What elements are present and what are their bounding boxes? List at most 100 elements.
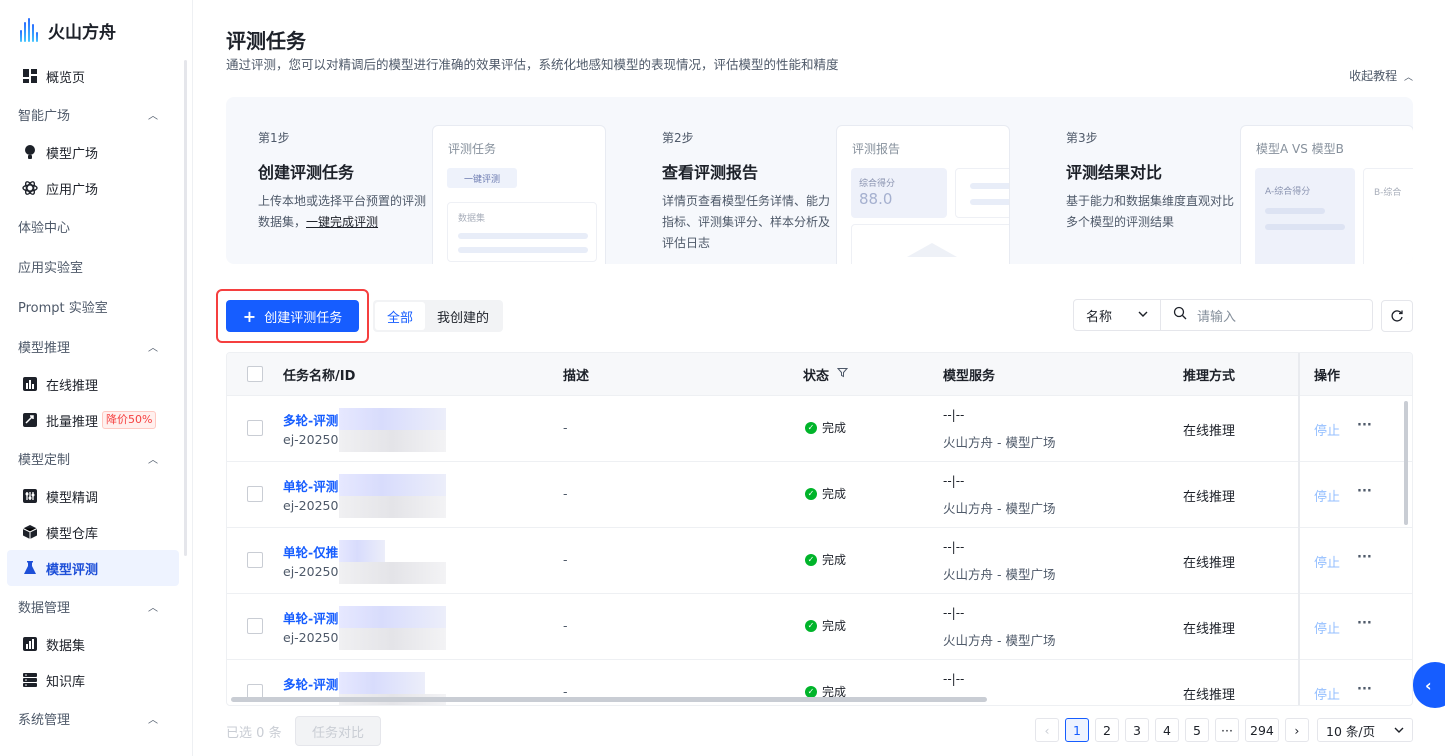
sidebar-item-label: 知识库 (46, 674, 86, 690)
model-service-link[interactable]: --|-- (943, 672, 964, 686)
sidebar-item-batch-inference[interactable]: 批量推理 降价50% (0, 402, 186, 438)
sidebar-group-experience[interactable]: 体验中心 (0, 206, 186, 246)
card-score-value: 88.0 (859, 190, 893, 208)
filter-icon[interactable] (836, 367, 849, 382)
step-number: 第1步 (258, 131, 290, 145)
sidebar-group-app-lab[interactable]: 应用实验室 (0, 246, 186, 286)
sidebar-item-label: 模型仓库 (46, 526, 99, 542)
model-service-source: 火山方舟 - 模型广场 (943, 435, 1056, 450)
more-actions-icon[interactable]: ··· (1357, 616, 1372, 631)
filter-field-select[interactable]: 名称 (1074, 300, 1161, 330)
task-name-link[interactable]: 多轮-评测 (283, 410, 338, 429)
more-actions-icon[interactable]: ··· (1357, 484, 1372, 499)
more-actions-icon[interactable]: ··· (1357, 418, 1372, 433)
sidebar-group-inference[interactable]: 模型推理 ︿ (0, 326, 186, 366)
guide-step-1: 第1步 创建评测任务 上传本地或选择平台预置的评测数据集，一键完成评测 评测任务… (258, 97, 628, 264)
model-service-source: 火山方舟 - 模型广场 (943, 567, 1056, 582)
model-service-source: 火山方舟 - 模型广场 (943, 501, 1056, 516)
step-title: 查看评测报告 (662, 163, 759, 182)
redacted-name-mask (339, 672, 425, 694)
page-size-select[interactable]: 10 条/页 (1317, 718, 1413, 742)
table-vertical-scrollbar[interactable] (1404, 401, 1408, 525)
page-button[interactable]: 2 (1095, 718, 1119, 742)
sidebar-group-label: 应用实验室 (18, 260, 84, 276)
create-eval-task-button[interactable]: + 创建评测任务 (226, 300, 359, 332)
search-input[interactable]: 请输入 (1161, 300, 1372, 330)
card-bar (458, 247, 588, 253)
card-title: 评测任务 (448, 142, 497, 156)
sidebar-group-label: Prompt 实验室 (18, 300, 108, 316)
model-service-link[interactable]: --|-- (943, 408, 964, 422)
sidebar-group-data[interactable]: 数据管理 ︿ (0, 586, 186, 626)
model-service-link[interactable]: --|-- (943, 540, 964, 554)
table-row[interactable]: 单轮-评测 ej-202505 - ✓ 完成 --|-- 火山方舟 - 模型广场 在线推理 停止… (227, 461, 1412, 527)
page-button[interactable]: 294 (1245, 718, 1279, 742)
stop-button[interactable]: 停止 (1314, 552, 1340, 571)
prev-page-button[interactable]: ‹ (1035, 718, 1059, 742)
row-checkbox[interactable] (247, 486, 263, 502)
page-button[interactable]: 1 (1065, 718, 1089, 742)
brand-name: 火山方舟 (48, 22, 116, 43)
more-actions-icon[interactable]: ··· (1357, 682, 1372, 697)
sidebar-item-knowledge-base[interactable]: 知识库 (0, 662, 186, 698)
sidebar-item-app-plaza[interactable]: 应用广场 (0, 170, 186, 206)
sidebar-group-customization[interactable]: 模型定制 ︿ (0, 438, 186, 478)
sidebar-group-plaza[interactable]: 智能广场 ︿ (0, 94, 186, 134)
refresh-button[interactable] (1381, 300, 1413, 332)
pagination: ‹ 1 2 3 4 5 ··· 294 › (1035, 718, 1309, 742)
collapse-tutorial-label: 收起教程 (1349, 69, 1398, 83)
column-header-actions: 操作 (1314, 368, 1341, 384)
row-checkbox[interactable] (247, 420, 263, 436)
sidebar-group-system[interactable]: 系统管理 ︿ (0, 698, 186, 738)
page-ellipsis-button[interactable]: ··· (1215, 718, 1239, 742)
page-button[interactable]: 5 (1185, 718, 1209, 742)
table-row[interactable]: 单轮-评测 ej-202505 - ✓ 完成 --|-- 火山方舟 - 模型广场 在线推理 停止… (227, 593, 1412, 659)
task-name-link[interactable]: 多轮-评测 (283, 674, 338, 693)
selected-count: 已选 0 条 (226, 722, 282, 741)
tab-mine[interactable]: 我创建的 (425, 302, 501, 330)
inference-mode: 在线推理 (1183, 688, 1236, 703)
sidebar-item-model-plaza[interactable]: 模型广场 (0, 134, 186, 170)
page-button[interactable]: 4 (1155, 718, 1179, 742)
column-header-service: 模型服务 (943, 368, 996, 384)
sidebar-item-label: 批量推理 (46, 414, 99, 430)
tab-all[interactable]: 全部 (375, 302, 426, 330)
stop-button[interactable]: 停止 (1314, 420, 1340, 439)
sidebar-item-label: 数据集 (46, 638, 86, 654)
sidebar-group-prompt-lab[interactable]: Prompt 实验室 (0, 286, 186, 326)
task-name-link[interactable]: 单轮-评测 (283, 476, 338, 495)
next-page-button[interactable]: › (1284, 718, 1309, 742)
table-row[interactable]: 多轮-评测 ej-202505 - ✓ 完成 --|-- 火山方舟 - 模型广场 在线推理 停止… (227, 395, 1412, 461)
stop-button[interactable]: 停止 (1314, 684, 1340, 703)
card-model-b: B-综合 (1363, 168, 1413, 264)
sidebar-item-model-repo[interactable]: 模型仓库 (0, 514, 186, 550)
table-horizontal-scrollbar[interactable] (231, 697, 987, 702)
table-row[interactable]: 单轮-仅推 ej-202505 - ✓ 完成 --|-- 火山方舟 - 模型广场 在线推理 停止… (227, 527, 1412, 593)
sidebar-item-model-eval[interactable]: 模型评测 (7, 550, 179, 586)
more-actions-icon[interactable]: ··· (1357, 550, 1372, 565)
logo[interactable]: 火山方舟 (20, 16, 116, 44)
compare-tasks-button[interactable]: 任务对比 (295, 716, 381, 746)
sidebar-item-dataset[interactable]: 数据集 (0, 626, 186, 662)
fixed-column-shadow (1298, 353, 1300, 705)
sidebar-item-overview[interactable]: 概览页 (0, 58, 186, 94)
batch-icon (22, 412, 38, 428)
stop-button[interactable]: 停止 (1314, 618, 1340, 637)
collapse-tutorial-link[interactable]: 收起教程 ︿ (1349, 67, 1413, 84)
step-preview-card: 评测报告 综合得分 88.0 (836, 125, 1010, 264)
sidebar-item-fine-tune[interactable]: 模型精调 (0, 478, 186, 514)
model-service-link[interactable]: --|-- (943, 474, 964, 488)
one-click-eval-link[interactable]: 一键完成评测 (306, 215, 378, 229)
select-all-checkbox[interactable] (247, 366, 263, 382)
task-name-link[interactable]: 单轮-仅推 (283, 542, 338, 561)
model-service-link[interactable]: --|-- (943, 606, 964, 620)
table-header: 任务名称/ID 描述 状态 模型服务 推理方式 操作 (227, 353, 1412, 395)
side-panel-toggle-button[interactable]: ‹ (1413, 662, 1445, 708)
task-name-link[interactable]: 单轮-评测 (283, 608, 338, 627)
card-score-box: 综合得分 88.0 (851, 168, 947, 218)
stop-button[interactable]: 停止 (1314, 486, 1340, 505)
sidebar-item-online-inference[interactable]: 在线推理 (0, 366, 186, 402)
page-button[interactable]: 3 (1125, 718, 1149, 742)
row-checkbox[interactable] (247, 618, 263, 634)
row-checkbox[interactable] (247, 552, 263, 568)
